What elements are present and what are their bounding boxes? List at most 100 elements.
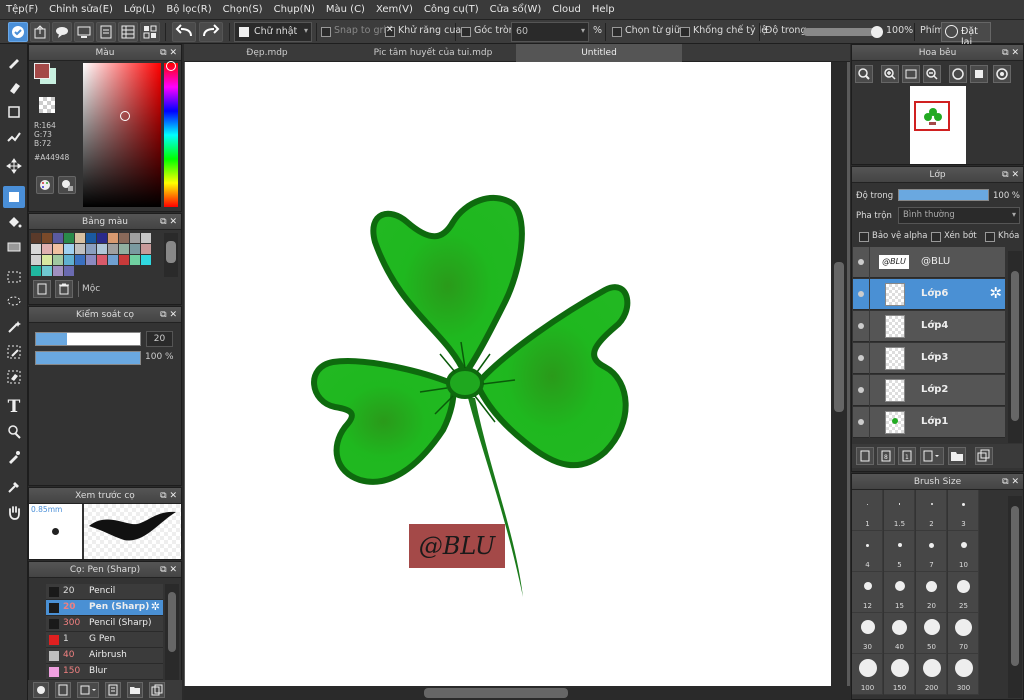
menu-item[interactable]: Tệp(F) <box>6 4 38 15</box>
brush-size-option[interactable]: 1 <box>852 490 883 531</box>
palette-swatch[interactable] <box>130 233 140 243</box>
move-tool-icon[interactable] <box>3 155 25 177</box>
brush-size-option[interactable]: 150 <box>884 654 915 695</box>
tab-pic[interactable]: Pic tâm huyết của tui.mdp <box>350 44 516 62</box>
layer-scrollbar[interactable] <box>1008 251 1022 443</box>
delete-palette-icon[interactable] <box>55 280 73 298</box>
layer-row[interactable]: Lớp2 <box>853 375 1005 406</box>
layer-menu-icon[interactable] <box>920 447 944 465</box>
menu-item[interactable]: Cloud <box>552 4 581 15</box>
brush-size-option[interactable]: 4 <box>852 531 883 572</box>
palette-swatch[interactable] <box>42 266 52 276</box>
brush-size-option[interactable]: 15 <box>884 572 915 613</box>
rotate-icon[interactable] <box>949 65 967 83</box>
palette-swatch[interactable] <box>64 255 74 265</box>
marquee-tool-icon[interactable] <box>3 266 25 288</box>
palette-swatch[interactable] <box>119 244 129 254</box>
visibility-icon[interactable] <box>858 387 864 393</box>
brush-duplicate-icon[interactable] <box>149 682 165 698</box>
palette-swatch[interactable] <box>119 255 129 265</box>
layer-row[interactable]: @BLU @BLU <box>853 247 1005 278</box>
export-icon[interactable] <box>30 22 50 42</box>
brush-size-option[interactable]: 200 <box>916 654 947 695</box>
brush-size-option[interactable]: 50 <box>916 613 947 654</box>
document-icon[interactable] <box>96 22 116 42</box>
brush-list-item[interactable]: 40 Airbrush <box>46 648 163 664</box>
palette-swatch[interactable] <box>53 266 63 276</box>
layer-opacity-slider[interactable] <box>898 189 989 201</box>
fit-window-icon[interactable] <box>902 65 920 83</box>
close-icon[interactable]: ⧉ ✕ <box>1002 167 1019 183</box>
layer-row[interactable]: Lớp4 <box>853 311 1005 342</box>
new-layer-1bit-icon[interactable]: 1 <box>898 447 916 465</box>
hue-handle[interactable] <box>166 61 176 71</box>
menu-item[interactable]: Bộ lọc(R) <box>166 4 211 15</box>
color-cursor[interactable] <box>120 111 130 121</box>
palette-swatch[interactable] <box>75 233 85 243</box>
palette-swatch[interactable] <box>141 255 151 265</box>
vertical-scroll-thumb[interactable] <box>834 262 844 412</box>
close-icon[interactable]: ⧉ ✕ <box>1002 474 1019 490</box>
hand-tool-icon[interactable] <box>3 501 25 523</box>
palette-swatch[interactable] <box>42 255 52 265</box>
color-saturation-field[interactable] <box>83 63 161 207</box>
brush-size-option[interactable]: 25 <box>948 572 979 613</box>
brush-opacity-slider[interactable] <box>35 351 141 365</box>
brush-size-option[interactable]: 1.5 <box>884 490 915 531</box>
palette-swatch[interactable] <box>53 244 63 254</box>
palette-swatch[interactable] <box>108 255 118 265</box>
drawing-canvas[interactable]: @BLU <box>185 62 831 686</box>
brush-size-option[interactable]: 30 <box>852 613 883 654</box>
brush-size-option[interactable]: 2 <box>916 490 947 531</box>
comment-icon[interactable] <box>52 22 72 42</box>
tab-dep[interactable]: Đẹp.mdp <box>184 44 350 62</box>
visibility-icon[interactable] <box>858 323 864 329</box>
palette-swatch[interactable] <box>64 233 74 243</box>
color-picker-icon[interactable] <box>58 176 76 194</box>
palette-swatch[interactable] <box>108 244 118 254</box>
gear-icon[interactable]: ✲ <box>151 600 160 613</box>
screen-icon[interactable] <box>74 22 94 42</box>
duplicate-layer-icon[interactable] <box>975 447 993 465</box>
palette-swatch[interactable] <box>31 244 41 254</box>
canvas-vertical-scrollbar[interactable] <box>831 62 847 686</box>
zoom-in-icon[interactable] <box>881 65 899 83</box>
brush-size-option[interactable]: 300 <box>948 654 979 695</box>
close-icon[interactable]: ⧉ ✕ <box>160 562 177 578</box>
visibility-icon[interactable] <box>858 291 864 297</box>
navigator-thumbnail[interactable] <box>910 86 966 164</box>
menu-item[interactable]: Công cụ(T) <box>424 4 479 15</box>
hand-select-icon[interactable] <box>3 421 25 443</box>
round-value-input[interactable]: 60 ▾ <box>511 22 589 42</box>
palette-swatch[interactable] <box>31 255 41 265</box>
palette-swatch[interactable] <box>130 255 140 265</box>
new-brush-icon[interactable] <box>55 682 71 698</box>
visibility-icon[interactable] <box>858 355 864 361</box>
visibility-icon[interactable] <box>858 419 864 425</box>
brush-list-scrollbar[interactable] <box>165 584 179 680</box>
menu-item[interactable]: Chụp(N) <box>274 4 315 15</box>
new-palette-icon[interactable] <box>33 280 51 298</box>
palette-swatch[interactable] <box>130 244 140 254</box>
close-icon[interactable]: ⧉ ✕ <box>160 214 177 230</box>
new-layer-8bit-icon[interactable]: 8 <box>877 447 895 465</box>
eyedropper2-tool-icon[interactable] <box>3 476 25 498</box>
protect-alpha-checkbox[interactable] <box>859 232 869 242</box>
brush-size-option[interactable]: 5 <box>884 531 915 572</box>
close-icon[interactable]: ⧉ ✕ <box>1002 45 1019 61</box>
reset-button[interactable]: Đặt lại <box>941 22 991 48</box>
transparent-swatch[interactable] <box>39 97 55 113</box>
brush-list-item[interactable]: 150 Blur <box>46 664 163 680</box>
brush-size-option[interactable]: 7 <box>916 531 947 572</box>
palette-swatch[interactable] <box>141 244 151 254</box>
palette-swatch[interactable] <box>64 266 74 276</box>
palette-swatch[interactable] <box>75 244 85 254</box>
center-select-checkbox[interactable] <box>612 27 622 37</box>
cloud-brush-icon[interactable] <box>33 682 49 698</box>
undo-button[interactable] <box>172 22 196 42</box>
eyedropper-tool-icon[interactable] <box>3 446 25 468</box>
rect-select-tool-icon[interactable] <box>3 186 25 208</box>
line-tool-icon[interactable] <box>3 126 25 148</box>
opacity-slider-handle[interactable] <box>871 26 883 38</box>
close-icon[interactable]: ⧉ ✕ <box>160 45 177 61</box>
